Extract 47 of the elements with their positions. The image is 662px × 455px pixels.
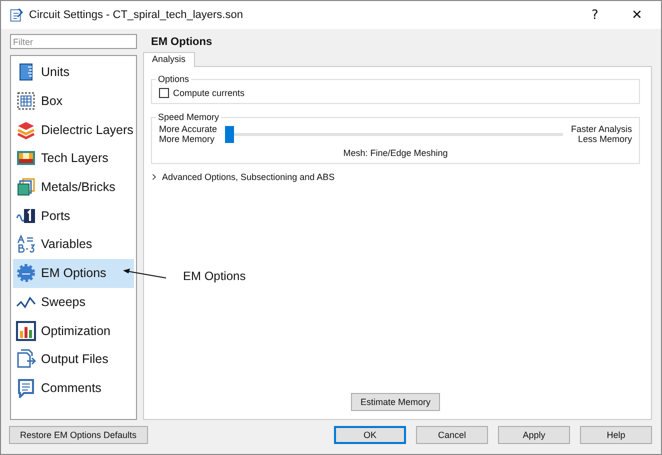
slider-label: Less Memory [576,134,632,144]
callout-label: EM Options [183,269,246,283]
help-button[interactable]: ? [577,3,613,27]
sidebar-item[interactable]: Box [13,86,134,116]
dialog-button[interactable]: Help [580,426,652,444]
file-export-icon [16,349,36,370]
dialog-button[interactable]: Cancel [416,426,488,444]
bricks-icon [16,177,36,198]
dialog-button[interactable]: OK [334,426,406,444]
layers-icon [16,120,36,140]
group-title: Speed Memory [157,112,220,122]
close-button[interactable]: ✕ [619,3,655,27]
sidebar-item[interactable]: Units [13,58,134,87]
callout-arrow [123,267,167,279]
mesh-label: Mesh: Fine/Edge Meshing [343,148,448,158]
variables-icon [16,234,36,254]
estimate-memory-button[interactable]: Estimate Memory [351,393,440,411]
slider-label: More Accurate [159,124,218,134]
sidebar-item[interactable]: Tech Layers [13,144,134,173]
slider-label: Faster Analysis [570,124,632,134]
sidebar-item[interactable]: Comments [13,374,134,402]
bar-chart-icon [16,320,36,341]
sidebar-item[interactable]: Output Files [13,344,134,374]
sidebar-item[interactable]: Ports [13,201,134,230]
restore-defaults-button[interactable]: Restore EM Options Defaults [9,426,148,444]
advanced-options-expander[interactable]: Advanced Options, Subsectioning and ABS [151,172,640,182]
group-title: Options [157,74,190,84]
sidebar-item[interactable]: Optimization [13,316,134,345]
document-icon [9,8,23,22]
comment-icon [16,378,36,398]
slider-thumb[interactable] [225,126,234,142]
window-title: Circuit Settings - CT_spiral_tech_layers.son [29,9,243,21]
sidebar-item[interactable]: Dielectric Layers [13,115,134,144]
tab[interactable]: Analysis [143,52,195,67]
compute-currents-checkbox[interactable]: Compute currents [159,88,632,98]
checkbox[interactable] [159,88,169,98]
grid-icon [16,91,36,112]
sidebar-item[interactable]: EM Options [13,258,134,288]
sidebar-item[interactable]: Metals/Bricks [13,172,134,202]
sidebar-item[interactable]: Variables [13,230,134,259]
section-heading: EM Options [151,36,214,50]
gear-icon [16,263,36,284]
dialog-button[interactable]: Apply [498,426,570,444]
slider-label: More Memory [159,134,216,144]
filter-field[interactable]: Filter [10,34,137,49]
sidebar-item[interactable]: Sweeps [13,288,134,316]
chevron-icon [151,173,158,181]
